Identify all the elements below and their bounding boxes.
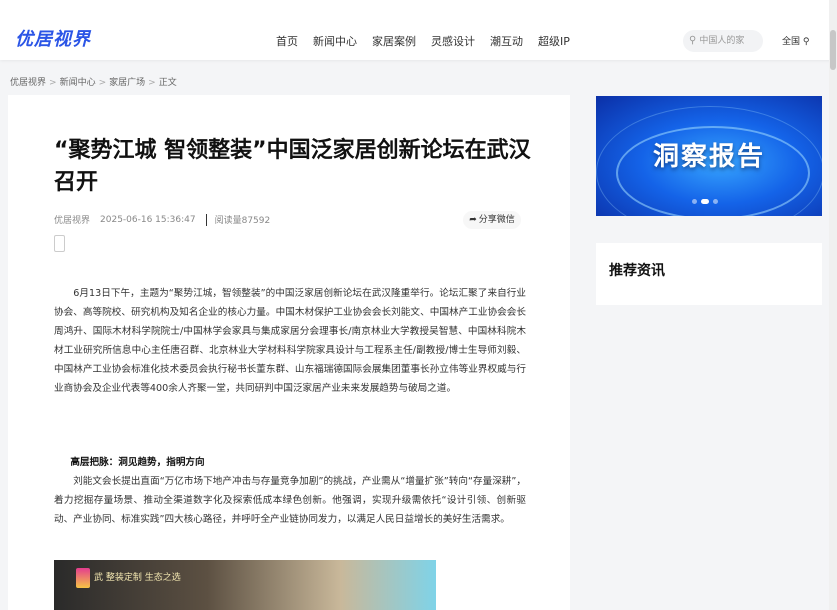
nav-news[interactable]: 新闻中心: [313, 33, 357, 49]
nav-interaction[interactable]: 潮互动: [490, 33, 523, 49]
meta-divider: [205, 213, 207, 226]
region-selector[interactable]: 全国 ⚲: [782, 34, 809, 47]
article-paragraph: 6月13日下午，主题为“聚势江城，智领整装”的中国泛家居创新论坛在武汉隆重举行。…: [54, 288, 526, 394]
search-placeholder: 中国人的家: [699, 36, 745, 46]
nav-home[interactable]: 首页: [276, 33, 298, 49]
share-label: 分享微信: [478, 215, 515, 225]
top-navigation-bar: 优居视界 首页 新闻中心 家居案例 灵感设计 潮互动 超级IP ⚲ 中国人的家 …: [0, 0, 837, 60]
brand-mark-icon: [76, 568, 90, 588]
carousel-dot[interactable]: [713, 199, 718, 204]
breadcrumb-home[interactable]: 优居视界: [10, 78, 46, 88]
article-paragraph: 刘能文会长提出直面“万亿市场下地产冲击与存量竞争加剧”的挑战，产业需从“增量扩张…: [54, 476, 526, 525]
carousel-dot-active[interactable]: [701, 199, 709, 204]
article-views: 阅读量87592: [214, 216, 271, 226]
share-wechat-button[interactable]: ➦ 分享微信: [463, 211, 521, 229]
region-label: 全国: [782, 37, 801, 47]
nav-cases[interactable]: 家居案例: [372, 33, 416, 49]
photo-caption: 武 整装定制 生态之选: [94, 573, 181, 583]
recommended-news-panel: 推荐资讯: [596, 243, 822, 305]
recommended-title: 推荐资讯: [609, 263, 665, 279]
breadcrumb-separator: >: [49, 78, 57, 88]
article-date: 2025-06-16 15:36:47: [100, 214, 196, 225]
banner-title: 洞察报告: [652, 142, 765, 172]
article-subheading: 高层把脉：洞见趋势，指明方向: [70, 457, 205, 468]
main-nav: 首页 新闻中心 家居案例 灵感设计 潮互动 超级IP: [276, 33, 585, 49]
breadcrumb-current: 正文: [158, 78, 177, 88]
carousel-dots: [692, 199, 722, 204]
article-card: “聚势江城 智领整装”中国泛家居创新论坛在武汉召开 优居视界 2025-06-1…: [8, 95, 570, 610]
breadcrumb-separator: >: [148, 78, 156, 88]
share-arrow-icon: ➦: [469, 215, 477, 225]
scrollbar-thumb[interactable]: [830, 30, 836, 70]
page-scrollbar[interactable]: [829, 0, 837, 610]
breadcrumb-news[interactable]: 新闻中心: [60, 78, 96, 88]
article-photo: 武 整装定制 生态之选: [54, 560, 436, 610]
site-logo[interactable]: 优居视界: [15, 25, 91, 55]
article-source: 优居视界: [54, 216, 91, 226]
search-input[interactable]: ⚲ 中国人的家: [683, 30, 763, 52]
insight-report-banner[interactable]: 洞察报告: [596, 96, 822, 216]
search-icon: ⚲: [689, 35, 697, 46]
bookmark-icon[interactable]: [54, 235, 65, 252]
breadcrumb-separator: >: [98, 78, 107, 88]
nav-inspiration[interactable]: 灵感设计: [431, 33, 475, 49]
article-meta: 优居视界 2025-06-16 15:36:47 阅读量87592: [54, 213, 280, 226]
breadcrumb: 优居视界 > 新闻中心 > 家居广场 > 正文: [10, 75, 177, 88]
carousel-dot[interactable]: [692, 199, 697, 204]
nav-super-ip[interactable]: 超级IP: [538, 33, 570, 49]
breadcrumb-plaza[interactable]: 家居广场: [109, 78, 145, 88]
article-title: “聚势江城 智领整装”中国泛家居创新论坛在武汉召开: [54, 138, 531, 195]
location-pin-icon: ⚲: [802, 37, 810, 47]
